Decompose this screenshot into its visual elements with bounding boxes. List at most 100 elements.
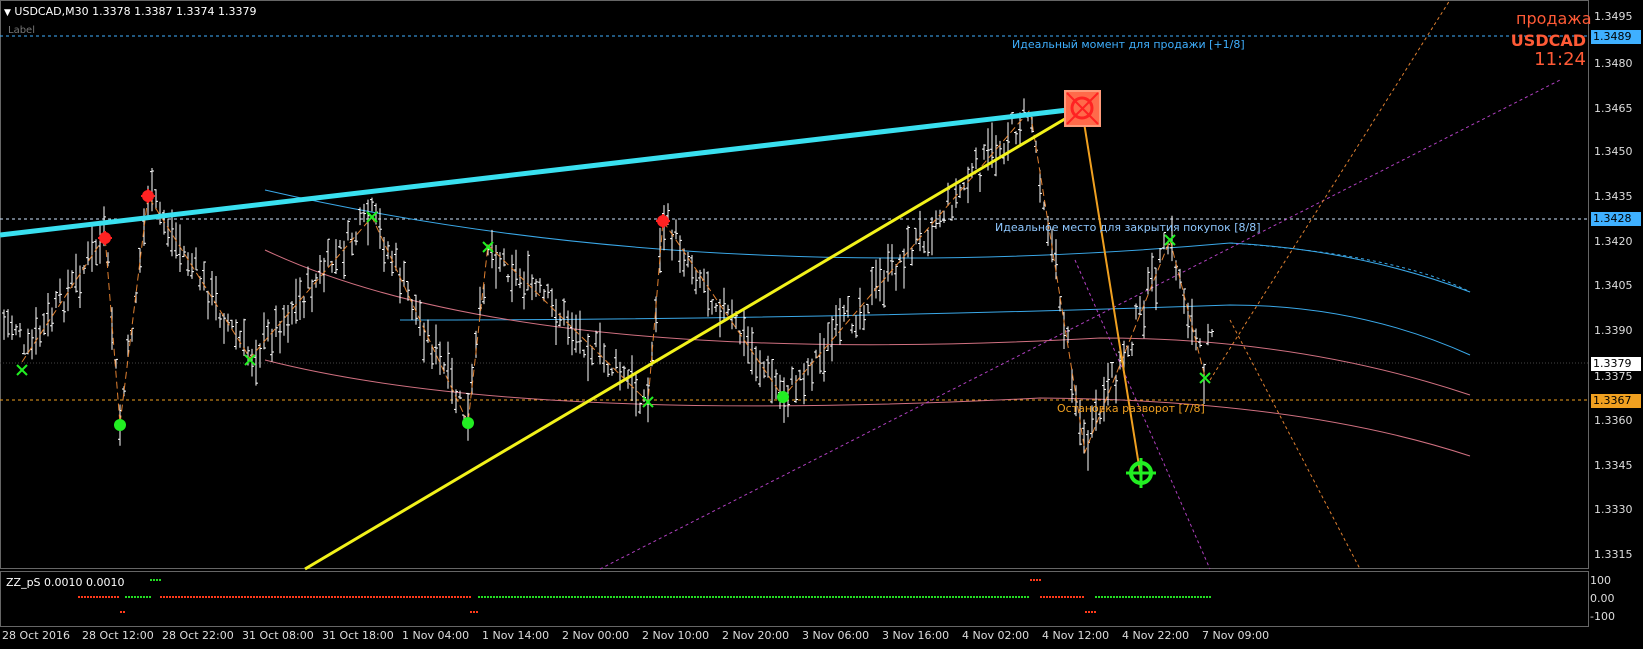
osc-dot <box>81 596 83 598</box>
osc-dot <box>175 596 177 598</box>
osc-dot <box>724 596 726 598</box>
osc-dot <box>730 596 732 598</box>
osc-dot <box>253 596 255 598</box>
fan-line-orange-1 <box>1209 0 1451 381</box>
osc-dot <box>105 596 107 598</box>
osc-dot <box>125 596 127 598</box>
osc-dot <box>1164 596 1166 598</box>
osc-dot <box>1039 579 1041 581</box>
osc-dot <box>361 596 363 598</box>
osc-dot <box>187 596 189 598</box>
osc-dot <box>898 596 900 598</box>
osc-dot <box>439 596 441 598</box>
osc-dot <box>775 596 777 598</box>
osc-dot <box>436 596 438 598</box>
osc-dot <box>430 596 432 598</box>
osc-dot <box>331 596 333 598</box>
osc-dot <box>655 596 657 598</box>
osc-dot <box>1030 579 1032 581</box>
osc-dot <box>613 596 615 598</box>
osc-dot <box>598 596 600 598</box>
osc-dot <box>1046 596 1048 598</box>
osc-dot <box>619 596 621 598</box>
osc-dot <box>697 596 699 598</box>
osc-dot <box>418 596 420 598</box>
osc-dot <box>292 596 294 598</box>
osc-dot <box>1049 596 1051 598</box>
osc-dot <box>128 596 130 598</box>
osc-dot <box>256 596 258 598</box>
osc-dot <box>1173 596 1175 598</box>
osc-dot <box>628 596 630 598</box>
osc-dot <box>979 596 981 598</box>
chart-canvas[interactable] <box>0 0 1643 649</box>
osc-dot <box>319 596 321 598</box>
osc-dot <box>961 596 963 598</box>
osc-dot <box>823 596 825 598</box>
osc-dot <box>391 596 393 598</box>
osc-dot <box>703 596 705 598</box>
osc-dot <box>1076 596 1078 598</box>
osc-dot <box>137 596 139 598</box>
osc-dot <box>736 596 738 598</box>
osc-dot <box>190 596 192 598</box>
osc-dot <box>733 596 735 598</box>
osc-dot <box>625 596 627 598</box>
osc-dot <box>397 596 399 598</box>
osc-dot <box>310 596 312 598</box>
osc-dot <box>817 596 819 598</box>
osc-dot <box>370 596 372 598</box>
osc-dot <box>156 579 158 581</box>
osc-dot <box>1200 596 1202 598</box>
osc-dot <box>1194 596 1196 598</box>
osc-dot <box>610 596 612 598</box>
osc-dot <box>313 596 315 598</box>
osc-dot <box>928 596 930 598</box>
osc-dot <box>658 596 660 598</box>
osc-dot <box>991 596 993 598</box>
osc-dot <box>1170 596 1172 598</box>
osc-dot <box>259 596 261 598</box>
osc-dot <box>502 596 504 598</box>
osc-dot <box>1143 596 1145 598</box>
osc-dot <box>394 596 396 598</box>
osc-dot <box>616 596 618 598</box>
symbol-info: USDCAD,M30 1.3378 1.3387 1.3374 1.3379 <box>14 5 257 18</box>
osc-dot <box>670 596 672 598</box>
osc-dot <box>877 596 879 598</box>
osc-dot <box>853 596 855 598</box>
trend-line-cyan <box>0 105 1086 238</box>
osc-dot <box>550 596 552 598</box>
osc-dot <box>244 596 246 598</box>
osc-dot <box>949 596 951 598</box>
osc-dot <box>808 596 810 598</box>
osc-dot <box>793 596 795 598</box>
osc-dot <box>604 596 606 598</box>
osc-dot <box>562 596 564 598</box>
osc-dot <box>499 596 501 598</box>
osc-dot <box>607 596 609 598</box>
osc-dot <box>508 596 510 598</box>
osc-dot <box>229 596 231 598</box>
osc-dot <box>1131 596 1133 598</box>
dropdown-triangle-icon[interactable]: ▼ <box>4 8 11 18</box>
osc-dot <box>78 596 80 598</box>
price-tick: 1.3480 <box>1594 57 1633 70</box>
osc-dot <box>304 596 306 598</box>
time-tick: 3 Nov 16:00 <box>882 629 950 642</box>
osc-dot <box>172 596 174 598</box>
osc-dot <box>247 596 249 598</box>
time-tick: 1 Nov 04:00 <box>402 629 470 642</box>
osc-dot <box>586 596 588 598</box>
osc-dot <box>601 596 603 598</box>
osc-dot <box>226 596 228 598</box>
osc-dot <box>454 596 456 598</box>
osc-dot <box>343 596 345 598</box>
osc-dot <box>634 596 636 598</box>
price-tick: 1.3435 <box>1594 190 1633 203</box>
osc-dot <box>355 596 357 598</box>
osc-dot <box>997 596 999 598</box>
osc-dot <box>427 596 429 598</box>
osc-dot <box>754 596 756 598</box>
osc-dot <box>559 596 561 598</box>
